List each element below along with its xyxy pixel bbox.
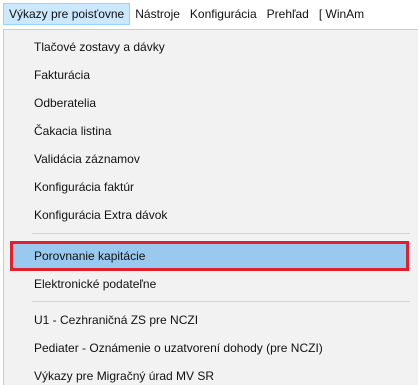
menubar: Výkazy pre poisťovne Nástroje Konfigurác…	[0, 0, 418, 28]
menu-nastroje[interactable]: Nástroje	[130, 3, 185, 25]
menu-item-label: U1 - Cezhraničná ZS pre NCZI	[34, 313, 199, 327]
menu-item-label: Porovnanie kapitácie	[34, 249, 146, 263]
menu-item-label: Odberatelia	[34, 96, 97, 110]
screen: Výkazy pre poisťovne Nástroje Konfigurác…	[0, 0, 418, 385]
menu-item-label: Fakturácia	[34, 68, 91, 82]
menu-item-elektronicke-podatelne[interactable]: Elektronické podateľne	[4, 273, 409, 295]
menu-item-konfiguracia-extra-davok[interactable]: Konfigurácia Extra dávok	[4, 204, 409, 226]
menu-item-fakturacia[interactable]: Fakturácia	[4, 64, 409, 86]
menu-item-odberatelia[interactable]: Odberatelia	[4, 92, 409, 114]
menu-vykazy-pre-poistovne[interactable]: Výkazy pre poisťovne	[3, 3, 131, 25]
menu-item-label: Výkazy pre Migračný úrad MV SR	[34, 369, 215, 383]
menu-item-label: Validácia záznamov	[34, 152, 140, 166]
menu-item-vykazy-migracny-urad[interactable]: Výkazy pre Migračný úrad MV SR	[4, 365, 409, 385]
menu-item-tlacove-zostavy[interactable]: Tlačové zostavy a dávky	[4, 36, 409, 58]
menu-item-label: Tlačové zostavy a dávky	[34, 40, 165, 54]
menu-item-validacia-zaznamov[interactable]: Validácia záznamov	[4, 148, 409, 170]
menu-item-label: Konfigurácia faktúr	[34, 180, 135, 194]
menu-item-pediater-oznamenie[interactable]: Pediater - Oznámenie o uzatvorení dohody…	[4, 337, 409, 359]
menu-item-konfiguracia-faktur[interactable]: Konfigurácia faktúr	[4, 176, 409, 198]
menu-separator	[32, 233, 410, 234]
menu-konfiguracia[interactable]: Konfigurácia	[185, 3, 262, 25]
menu-item-label: Čakacia listina	[34, 124, 112, 138]
menu-separator	[32, 301, 410, 302]
menu-item-label: Konfigurácia Extra dávok	[34, 208, 168, 222]
dropdown-menu: Tlačové zostavy a dávky Fakturácia Odber…	[3, 29, 418, 385]
menu-prehlad[interactable]: Prehľad	[262, 3, 314, 25]
menu-item-u1-cezhranicna-zs[interactable]: U1 - Cezhraničná ZS pre NCZI	[4, 309, 409, 331]
menu-item-label: Pediater - Oznámenie o uzatvorení dohody…	[34, 341, 323, 355]
menu-item-cakacia-listina[interactable]: Čakacia listina	[4, 120, 409, 142]
menu-item-porovnanie-kapitacie[interactable]: Porovnanie kapitácie	[10, 241, 409, 271]
menu-winam[interactable]: [ WinAm	[314, 3, 369, 25]
menu-item-label: Elektronické podateľne	[34, 277, 157, 291]
